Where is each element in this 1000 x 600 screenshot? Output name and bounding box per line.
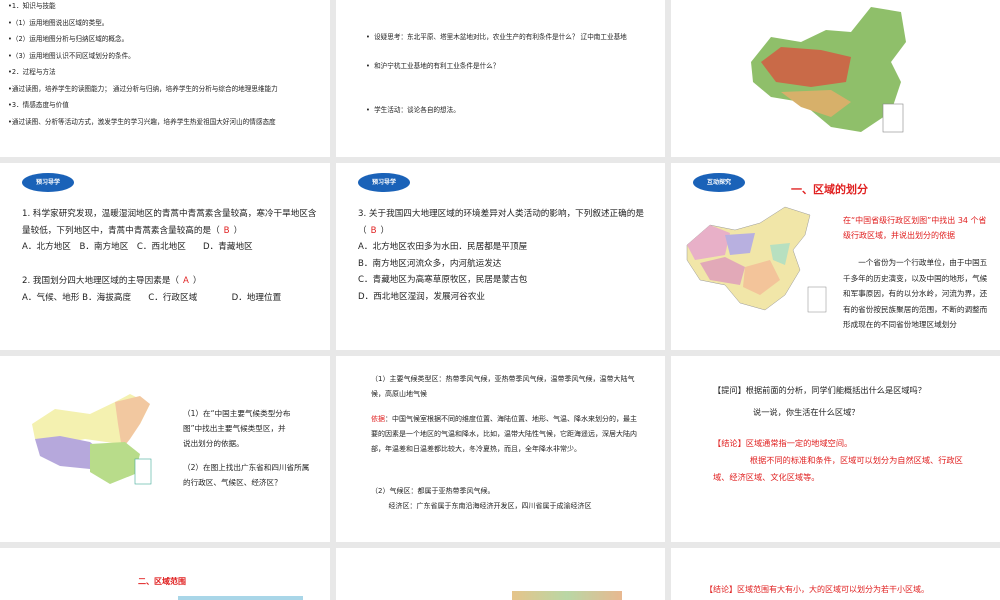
list-item: •（3）运用地图认识不同区域划分的条件。 bbox=[8, 51, 135, 60]
slide-scope-conclusion[interactable]: 【结论】区域范围有大有小，大的区域可以划分为若干小区域。 bbox=[671, 548, 1000, 600]
china-terrain-map bbox=[751, 7, 906, 133]
body-text: 一个省份为一个行政单位，由于中国五千多年的历史演变，以及中国的地形，气候和军事原… bbox=[843, 258, 988, 329]
question-text: 2. 我国划分四大地理区域的主导因素是（ bbox=[22, 276, 180, 286]
conclusion-2: 根据不同的标准和条件，区域可以划分为自然区域、行政区域、经济区域、文化区域等。 bbox=[713, 455, 963, 482]
options: A．气候、地形 B．海拔高度 C．行政区域 D．地理位置 bbox=[22, 292, 282, 303]
list-item: •（1）运用地图说出区域的类型。 bbox=[8, 18, 109, 27]
option: A．北方地区农田多为水田．民居都是平顶屋 bbox=[358, 242, 528, 252]
list-item: •（2）运用地图分析与归纳区域的概念。 bbox=[8, 35, 129, 43]
basis-text: ：中国气候室根据不同的维度位置、海陆位置、地形、气温、降水来划分的，最主要的因素… bbox=[371, 415, 637, 453]
question-3: 3. 关于我国四大地理区域的环境差异对人类活动的影响，下列叙述正确的是（ B） A… bbox=[358, 206, 658, 305]
option: D．西北地区湿润，发展河谷农业 bbox=[358, 291, 485, 302]
china-climate-map bbox=[32, 394, 152, 485]
bullet-text: 学生活动：谈论各自的想法。 bbox=[374, 106, 460, 114]
list-item: •3．情感态度与价值 bbox=[8, 101, 69, 109]
bullet-text: 设疑思考：东北平原、塔里木盆地对比，农业生产的有利条件是什么？ 辽中南工业基地 bbox=[374, 33, 627, 41]
bullet-2: • 和沪宁杭工业基地的有利工业条件是什么？ bbox=[366, 62, 500, 70]
slide-discussion[interactable]: • 设疑思考：东北平原、塔里木盆地对比，农业生产的有利条件是什么？ 辽中南工业基… bbox=[336, 0, 665, 157]
slide-title: 二、区域范围 bbox=[138, 577, 186, 586]
slide-terrain-map[interactable] bbox=[671, 0, 1000, 157]
answer-2: （2）气候区：都属于亚热带季风气候。 bbox=[371, 487, 495, 495]
slide-region-division[interactable]: 互动探究 一、区域的划分 在“中国省级行政区划图”中找出 34 个省级行政区域，… bbox=[671, 163, 1000, 350]
question-text: ） bbox=[192, 276, 202, 286]
option: B．南方地区河流众多，内河航运发达 bbox=[358, 258, 502, 269]
bullet-text: 和沪宁杭工业基地的有利工业条件是什么？ bbox=[374, 62, 500, 70]
answer: B bbox=[370, 225, 377, 236]
question-text: ） bbox=[380, 225, 390, 236]
slide-climate-answers[interactable]: （1）主要气候类型区：热带季风气候，亚热带季风气候，温带季风气候，温带大陆气候，… bbox=[336, 356, 665, 542]
question-text: ） bbox=[233, 225, 243, 236]
conclusion-text: 【结论】区域范围有大有小，大的区域可以划分为若干小区域。 bbox=[705, 585, 929, 594]
climate-question-1: （1）在“中国主要气候类型分布图”中找出主要气候类型区，并说出划分的依据。 bbox=[183, 409, 291, 448]
answer-1: （1）主要气候类型区：热带季风气候，亚热带季风气候，温带季风气候，温带大陆气候，… bbox=[371, 375, 635, 398]
climate-question-2: （2）在图上找出广东省和四川省所属的行政区、气候区、经济区？ bbox=[183, 463, 310, 487]
slide-climate-map[interactable]: （1）在“中国主要气候类型分布图”中找出主要气候类型区，并说出划分的依据。 （2… bbox=[0, 356, 330, 542]
answer: A bbox=[183, 276, 189, 286]
question-text: 3. 关于我国四大地理区域的环境差异对人类活动的影响，下列叙述正确的是（ bbox=[358, 209, 644, 236]
objectives-list: •1．知识与技能 •（1）运用地图说出区域的类型。 •（2）运用地图分析与归纳区… bbox=[8, 0, 328, 130]
slide-preview-q1[interactable]: 预习导学 1. 科学家研究发现，温暖湿润地区的青蒿中青蒿素含量较高，寒冷干旱地区… bbox=[0, 163, 330, 350]
question-1: 1. 科学家研究发现，温暖湿润地区的青蒿中青蒿素含量较高，寒冷干旱地区含量较低，… bbox=[22, 206, 322, 256]
prompt-text: 在“中国省级行政区划图”中找出 34 个省级行政区域，并说出划分的依据 bbox=[843, 216, 987, 240]
bullet-1: • 设疑思考：东北平原、塔里木盆地对比，农业生产的有利条件是什么？ 辽中南工业基… bbox=[366, 33, 627, 41]
china-province-map bbox=[686, 206, 827, 313]
list-item: •通过读图、分析等活动方式，激发学生的学习兴趣，培养学生热爱祖国大好河山的情感态… bbox=[8, 117, 276, 126]
answer: B bbox=[223, 225, 230, 236]
answer-3: 经济区：广东省属于东南沿海经济开发区，四川省属于成渝经济区 bbox=[388, 502, 592, 510]
options: A．北方地区 B．南方地区 C．西北地区 D．青藏地区 bbox=[22, 242, 253, 252]
section-badge: 互动探究 bbox=[693, 173, 745, 192]
section-badge: 预习导学 bbox=[22, 173, 74, 192]
bullet-3: • 学生活动：谈论各自的想法。 bbox=[366, 106, 460, 114]
question-text: 1. 科学家研究发现，温暖湿润地区的青蒿中青蒿素含量较高，寒冷干旱地区含量较低，… bbox=[22, 209, 317, 236]
basis-label: 依据 bbox=[371, 415, 385, 423]
map-image bbox=[178, 596, 303, 600]
question-text: 【提问】根据前面的分析，同学们能概括出什么是区域吗？ bbox=[713, 385, 926, 395]
section-badge: 预习导学 bbox=[358, 173, 410, 192]
slide-title: 一、区域的划分 bbox=[791, 183, 868, 196]
slide-region-scope[interactable]: 二、区域范围 bbox=[0, 548, 330, 600]
slide-objectives[interactable]: •1．知识与技能 •（1）运用地图说出区域的类型。 •（2）运用地图分析与归纳区… bbox=[0, 0, 330, 157]
question-2: 2. 我国划分四大地理区域的主导因素是（ A） A．气候、地形 B．海拔高度 C．… bbox=[22, 273, 322, 306]
list-item: •1．知识与技能 bbox=[8, 2, 56, 10]
list-item: •2．过程与方法 bbox=[8, 68, 56, 76]
slide-map[interactable] bbox=[336, 548, 665, 600]
slide-preview-q3[interactable]: 预习导学 3. 关于我国四大地理区域的环境差异对人类活动的影响，下列叙述正确的是… bbox=[336, 163, 665, 350]
conclusion-1: 【结论】区域通常指一定的地域空间。 bbox=[713, 438, 853, 448]
list-item: •通过读图，培养学生的读图能力； 通过分析与归纳，培养学生的分析与综合的地理思维… bbox=[8, 84, 278, 93]
option: C．青藏地区为高寒草原牧区，民居是蒙古包 bbox=[358, 275, 528, 285]
basis-paragraph: 依据：中国气候室根据不同的维度位置、海陆位置、地形、气温、降水来划分的，最主要的… bbox=[371, 412, 641, 457]
map-image bbox=[512, 591, 622, 600]
question-text-2: 说一说，你生活在什么区域？ bbox=[753, 407, 860, 417]
slide-region-concept[interactable]: 【提问】根据前面的分析，同学们能概括出什么是区域吗？ 说一说，你生活在什么区域？… bbox=[671, 356, 1000, 542]
